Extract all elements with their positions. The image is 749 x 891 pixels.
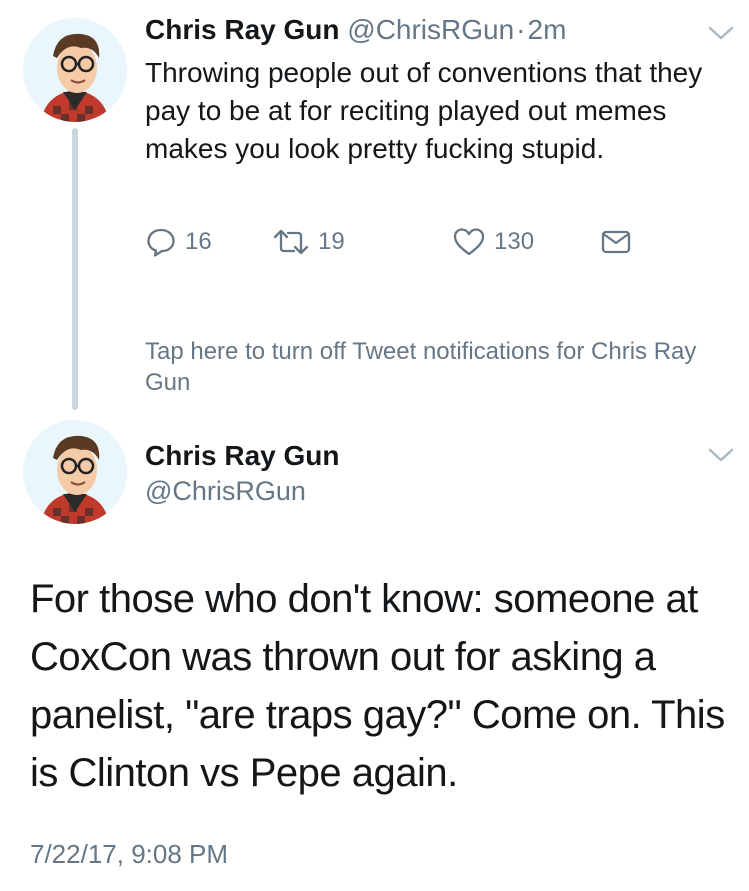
- separator-dot: ·: [516, 14, 526, 45]
- like-button[interactable]: 130: [452, 226, 534, 258]
- reply-count: 16: [185, 228, 212, 255]
- reply-button[interactable]: 16: [145, 226, 212, 258]
- avatar-illustration: [23, 420, 127, 524]
- tweet-header: Chris Ray Gun @ChrisRGun·2m: [145, 14, 566, 46]
- retweet-icon: [273, 229, 309, 255]
- chevron-down-icon[interactable]: [707, 446, 735, 464]
- reply-icon: [147, 228, 175, 257]
- retweet-count: 19: [318, 228, 345, 255]
- like-count: 130: [494, 228, 535, 255]
- direct-message-button[interactable]: [600, 226, 632, 258]
- avatar[interactable]: [23, 18, 127, 122]
- retweet-button[interactable]: 19: [272, 226, 345, 258]
- author-handle[interactable]: @ChrisRGun: [145, 476, 306, 507]
- avatar-illustration: [23, 18, 127, 122]
- envelope-icon: [601, 230, 631, 254]
- thread-connector-line: [72, 128, 78, 410]
- avatar[interactable]: [23, 420, 127, 524]
- author-handle[interactable]: @ChrisRGun: [347, 14, 514, 45]
- tweet-text: For those who don't know: someone at Cox…: [30, 577, 725, 795]
- author-name[interactable]: Chris Ray Gun: [145, 14, 339, 45]
- tweet-timestamp: 7/22/17, 9:08 PM: [30, 839, 229, 869]
- notification-toggle-link[interactable]: Tap here to turn off Tweet notifications…: [145, 336, 745, 398]
- heart-icon: [453, 228, 485, 256]
- chevron-down-icon[interactable]: [707, 24, 735, 42]
- author-name[interactable]: Chris Ray Gun: [145, 440, 339, 472]
- tweet-text: Throwing people out of conventions that …: [145, 57, 703, 164]
- tweet-time[interactable]: 2m: [528, 14, 567, 45]
